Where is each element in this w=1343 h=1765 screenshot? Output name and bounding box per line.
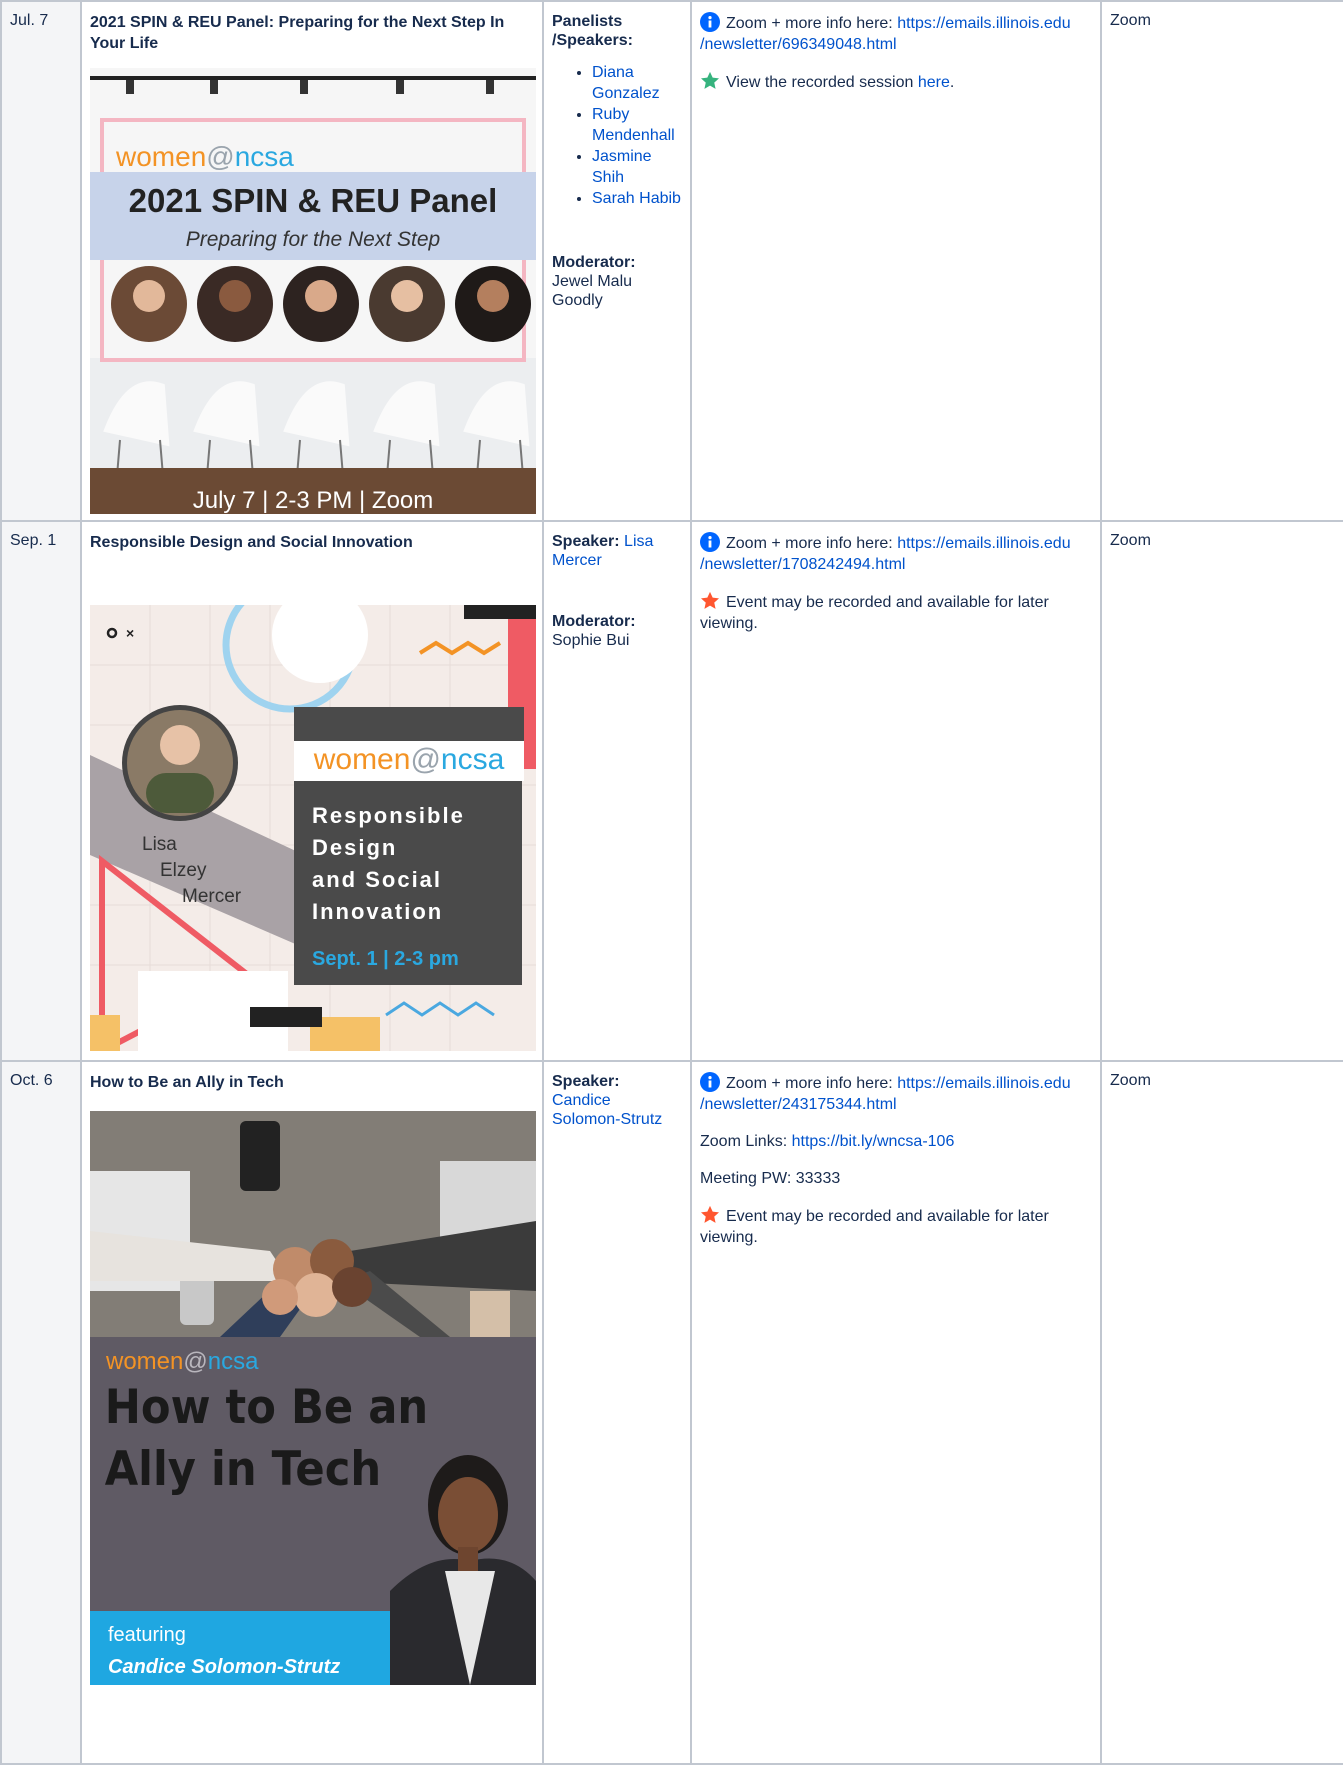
recorded-session: View the recorded session here. xyxy=(700,71,1092,93)
event-date: Sep. 1 xyxy=(10,532,57,549)
info-icon xyxy=(700,1072,720,1092)
event-details-cell: Zoom + more info here: https://emails.il… xyxy=(690,1060,1102,1765)
poster-footer: July 7 | 2-3 PM | Zoom xyxy=(193,487,434,514)
recorded-text: View the recorded session xyxy=(726,74,918,91)
moderator-name: Sophie Bui xyxy=(552,632,630,649)
table-row: Sep. 1 Responsible Design and Social Inn… xyxy=(0,520,1343,1062)
event-title: Responsible Design and Social Innovation xyxy=(90,534,413,551)
event-date-cell: Oct. 6 xyxy=(0,1060,82,1765)
event-details-cell: Zoom + more info here: https://emails.il… xyxy=(690,520,1102,1062)
speaker-link-candice-solomon-strutz[interactable]: Candice Solomon-Strutz xyxy=(552,1092,662,1128)
orange-star-icon xyxy=(701,591,719,609)
speaker-block: Speaker: Lisa Mercer xyxy=(552,532,682,570)
poster-brand: women@ncsa xyxy=(105,1348,259,1375)
poster-headline-2: Ally in Tech xyxy=(105,1441,381,1496)
zoom-links: Zoom Links: https://bit.ly/wncsa-106 xyxy=(700,1131,1092,1152)
poster-headline-1: How to Be an xyxy=(105,1379,429,1434)
table-row: Jul. 7 2021 SPIN & REU Panel: Preparing … xyxy=(0,0,1343,522)
speaker-label: Speaker: xyxy=(552,1073,620,1090)
panelists-label: Panelists /Speakers: xyxy=(552,13,633,49)
poster-brand: women@ncsa xyxy=(115,141,294,172)
info-icon xyxy=(700,532,720,552)
poster-name-1: Lisa xyxy=(142,834,177,855)
ally-in-tech-poster: women@ncsa How to Be an Ally in Tech fea… xyxy=(90,1111,536,1685)
green-star-icon xyxy=(701,71,719,89)
events-table: Jul. 7 2021 SPIN & REU Panel: Preparing … xyxy=(0,0,1343,1765)
recording-note-text: Event may be recorded and available for … xyxy=(700,1208,1049,1246)
poster-when: Sept. 1 | 2-3 pm xyxy=(312,948,459,970)
recording-note: Event may be recorded and available for … xyxy=(700,1205,1092,1248)
event-venue-cell: Zoom xyxy=(1100,1060,1343,1765)
responsible-design-poster: × Lisa Elzey Mercer women@ncsa Responsib… xyxy=(90,605,536,1051)
recording-note-text: Event may be recorded and available for … xyxy=(700,594,1049,632)
recorded-session-link[interactable]: here xyxy=(918,74,950,91)
event-speakers-cell: Speaker: Candice Solomon-Strutz xyxy=(542,1060,692,1765)
speaker-label: Speaker: xyxy=(552,533,620,550)
panelist-link-sarah-habib[interactable]: Sarah Habib xyxy=(592,190,681,207)
poster-line-1: Responsible xyxy=(312,803,465,828)
meeting-password: Meeting PW: 33333 xyxy=(700,1170,841,1187)
poster-line-4: Innovation xyxy=(312,899,443,924)
panelist-link-ruby-mendenhall[interactable]: Ruby Mendenhall xyxy=(592,106,675,144)
event-date-cell: Jul. 7 xyxy=(0,0,82,522)
info-icon xyxy=(700,12,720,32)
zoom-links-label: Zoom Links: xyxy=(700,1133,792,1150)
poster-name-3: Mercer xyxy=(182,886,242,907)
poster-speaker-name: Candice Solomon-Strutz xyxy=(108,1656,340,1678)
table-row: Oct. 6 How to Be an Ally in Tech women@n… xyxy=(0,1060,1343,1765)
event-title-cell: 2021 SPIN & REU Panel: Preparing for the… xyxy=(80,0,544,522)
event-details-cell: Zoom + more info here: https://emails.il… xyxy=(690,0,1102,522)
event-date-cell: Sep. 1 xyxy=(0,520,82,1062)
list-item: Jasmine Shih xyxy=(592,146,682,188)
moderator-block: Moderator: Jewel Malu Goodly xyxy=(552,253,682,310)
zoom-info-text: Zoom + more info here: xyxy=(726,535,898,552)
zoom-info: Zoom + more info here: https://emails.il… xyxy=(700,12,1092,55)
panelist-link-jasmine-shih[interactable]: Jasmine Shih xyxy=(592,148,652,186)
event-venue: Zoom xyxy=(1110,12,1151,29)
event-venue: Zoom xyxy=(1110,1072,1151,1089)
list-item: Sarah Habib xyxy=(592,188,682,209)
recording-note: Event may be recorded and available for … xyxy=(700,591,1092,634)
event-venue: Zoom xyxy=(1110,532,1151,549)
event-speakers-cell: Speaker: Lisa Mercer Moderator: Sophie B… xyxy=(542,520,692,1062)
panelist-photos xyxy=(111,266,531,342)
panelist-link-diana-gonzalez[interactable]: Diana Gonzalez xyxy=(592,64,660,102)
poster-line-2: Design xyxy=(312,835,397,860)
zoom-info: Zoom + more info here: https://emails.il… xyxy=(700,532,1092,575)
speaker-block: Speaker: Candice Solomon-Strutz xyxy=(552,1072,682,1129)
event-date: Oct. 6 xyxy=(10,1072,53,1089)
event-title: 2021 SPIN & REU Panel: Preparing for the… xyxy=(90,14,505,52)
zoom-link[interactable]: https://bit.ly/wncsa-106 xyxy=(792,1133,955,1150)
event-venue-cell: Zoom xyxy=(1100,0,1343,522)
moderator-block: Moderator: Sophie Bui xyxy=(552,612,682,650)
zoom-info-text: Zoom + more info here: xyxy=(726,15,898,32)
orange-star-icon xyxy=(701,1205,719,1223)
event-speakers-cell: Panelists /Speakers: Diana Gonzalez Ruby… xyxy=(542,0,692,522)
poster-featuring: featuring xyxy=(108,1624,186,1646)
list-item: Diana Gonzalez xyxy=(592,62,682,104)
poster-headline: 2021 SPIN & REU Panel xyxy=(129,182,498,219)
spin-reu-panel-poster: women@ncsa 2021 SPIN & REU Panel Prepari… xyxy=(90,68,536,514)
event-title-cell: Responsible Design and Social Innovation… xyxy=(80,520,544,1062)
poster-line-3: and Social xyxy=(312,867,442,892)
moderator-label: Moderator: xyxy=(552,613,636,630)
event-venue-cell: Zoom xyxy=(1100,520,1343,1062)
poster-subline: Preparing for the Next Step xyxy=(186,228,440,251)
list-item: Ruby Mendenhall xyxy=(592,104,682,146)
moderator-name: Jewel Malu Goodly xyxy=(552,273,633,309)
moderator-label: Moderator: xyxy=(552,254,636,271)
event-title: How to Be an Ally in Tech xyxy=(90,1074,284,1091)
poster-brand: women@ncsa xyxy=(313,743,505,776)
zoom-info-text: Zoom + more info here: xyxy=(726,1075,898,1092)
poster-name-2: Elzey xyxy=(160,860,207,881)
panelist-list: Diana Gonzalez Ruby Mendenhall Jasmine S… xyxy=(552,62,682,209)
event-date: Jul. 7 xyxy=(10,12,49,29)
event-title-cell: How to Be an Ally in Tech women@ncsa How… xyxy=(80,1060,544,1765)
svg-text:×: × xyxy=(126,625,134,641)
zoom-info: Zoom + more info here: https://emails.il… xyxy=(700,1072,1092,1115)
